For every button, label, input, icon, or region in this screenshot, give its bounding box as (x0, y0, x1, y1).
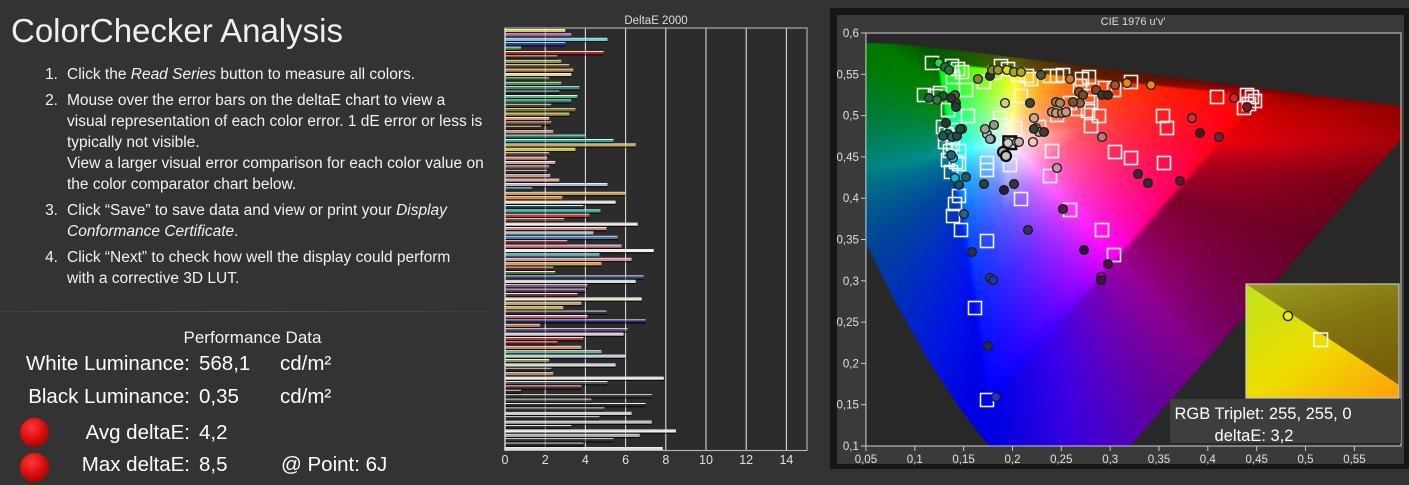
svg-text:0,35: 0,35 (1148, 454, 1170, 466)
svg-text:0,25: 0,25 (1050, 454, 1072, 466)
svg-text:0,25: 0,25 (837, 317, 859, 329)
svg-text:deltaE: 3,2: deltaE: 3,2 (1215, 427, 1294, 445)
svg-text:0,55: 0,55 (837, 69, 859, 81)
svg-text:0,1: 0,1 (843, 441, 859, 453)
svg-text:0,4: 0,4 (1200, 454, 1217, 466)
svg-text:CIE 1976 u'v': CIE 1976 u'v' (1101, 16, 1166, 28)
svg-text:0,3: 0,3 (1102, 454, 1118, 466)
svg-text:0,5: 0,5 (843, 111, 859, 123)
svg-text:0,2: 0,2 (1005, 454, 1021, 466)
svg-text:0,1: 0,1 (907, 454, 923, 466)
svg-text:12: 12 (739, 453, 753, 467)
svg-text:14: 14 (779, 453, 793, 467)
svg-text:0,2: 0,2 (843, 358, 859, 370)
svg-text:0,15: 0,15 (837, 400, 859, 412)
svg-text:0,05: 0,05 (855, 454, 877, 466)
svg-text:10: 10 (699, 453, 713, 467)
svg-text:0,15: 0,15 (952, 454, 974, 466)
svg-text:0,6: 0,6 (843, 28, 859, 40)
svg-text:0,3: 0,3 (843, 276, 859, 288)
svg-text:0,5: 0,5 (1298, 454, 1314, 466)
svg-text:8: 8 (662, 453, 669, 467)
svg-text:DeltaE 2000: DeltaE 2000 (624, 15, 687, 27)
svg-text:0,4: 0,4 (843, 193, 860, 205)
svg-text:0,45: 0,45 (837, 152, 859, 164)
svg-text:0,55: 0,55 (1343, 454, 1365, 466)
svg-text:6: 6 (622, 453, 629, 467)
svg-text:RGB Triplet: 255, 255, 0: RGB Triplet: 255, 255, 0 (1174, 405, 1351, 423)
svg-text:0,45: 0,45 (1246, 454, 1268, 466)
svg-text:2: 2 (542, 453, 549, 467)
svg-text:0: 0 (502, 453, 509, 467)
svg-text:0,35: 0,35 (837, 235, 859, 247)
svg-text:4: 4 (582, 453, 589, 467)
